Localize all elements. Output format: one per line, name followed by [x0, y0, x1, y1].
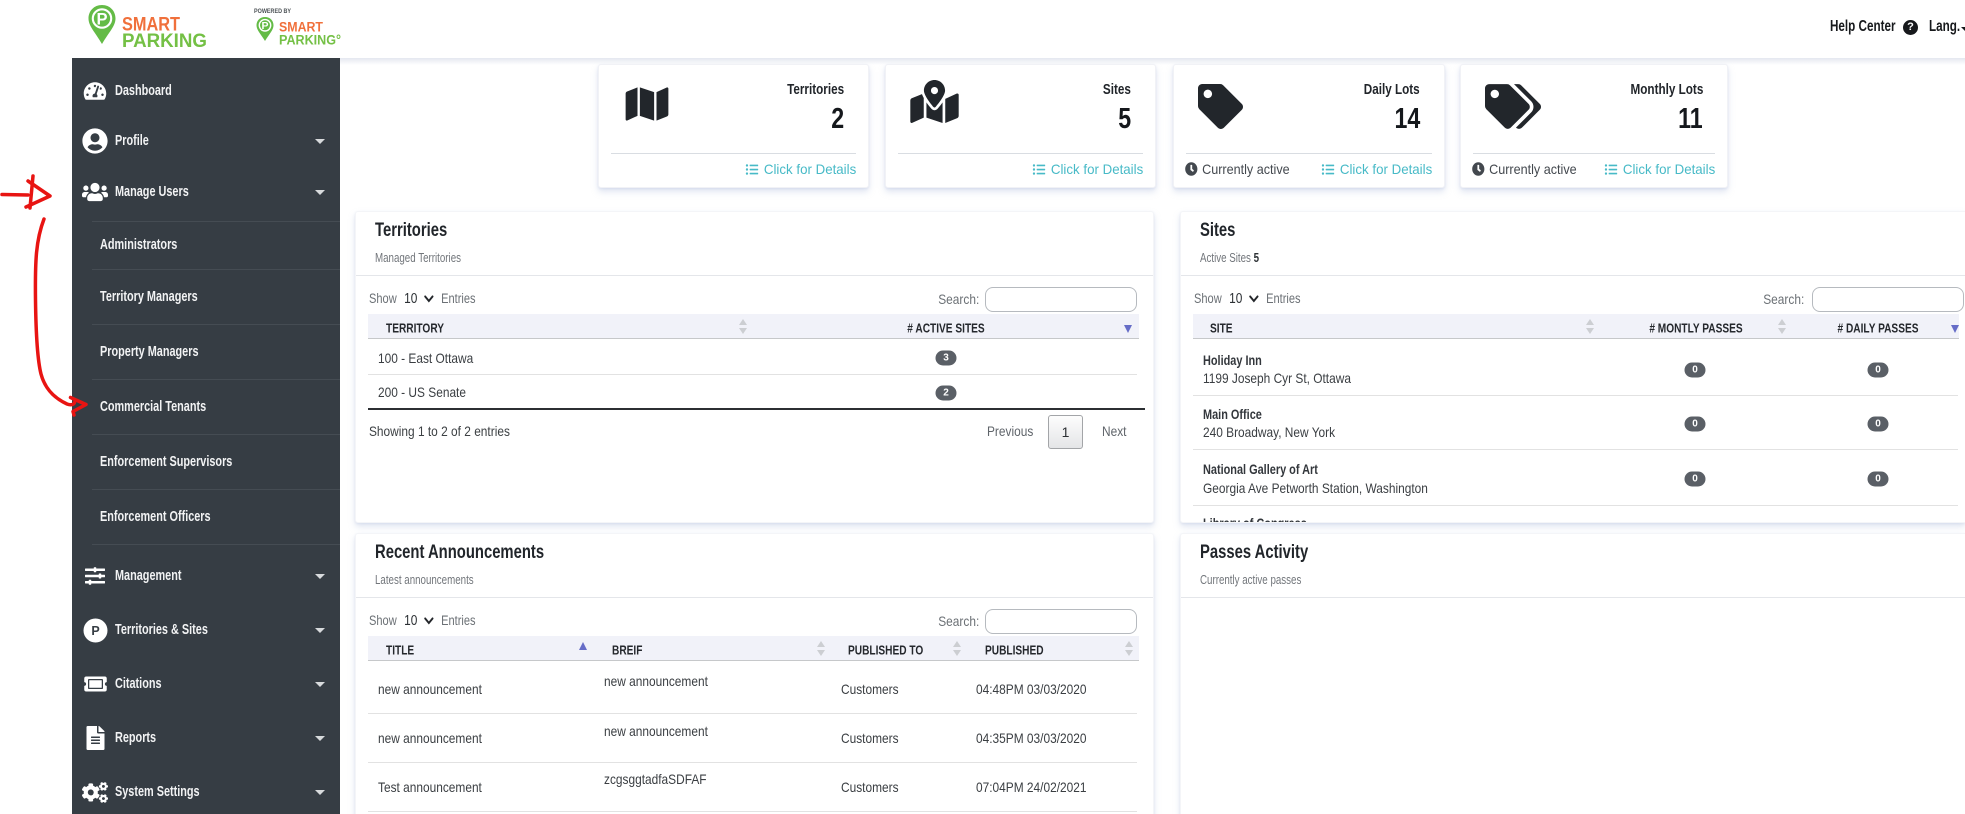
svg-text:PARKING°: PARKING°: [279, 33, 341, 48]
svg-text:POWERED BY: POWERED BY: [254, 8, 292, 15]
svg-text:PARKING: PARKING: [122, 30, 207, 50]
svg-text:P: P: [91, 623, 99, 637]
svg-text:P: P: [261, 20, 268, 32]
